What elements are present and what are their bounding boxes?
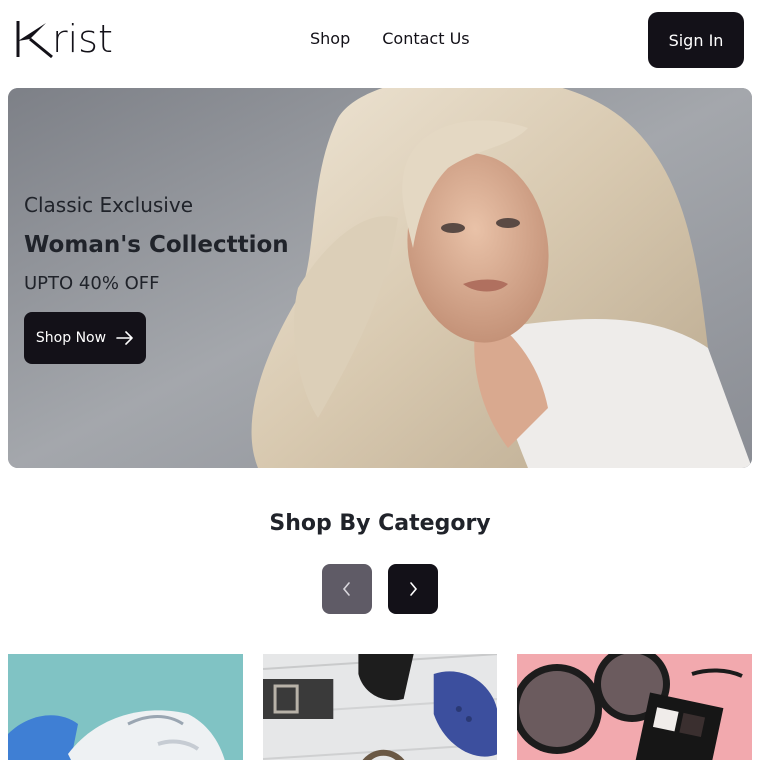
chevron-left-icon [342,582,350,596]
nav-shop-link[interactable]: Shop [310,28,350,50]
hero-copy: Classic Exclusive Woman's Collecttion UP… [24,192,289,296]
category-card-sunglasses[interactable] [517,654,752,760]
shop-now-label: Shop Now [35,330,107,346]
chevron-right-icon [410,582,418,596]
category-card-accessories[interactable] [263,654,497,760]
hero-title: Woman's Collecttion [24,232,289,258]
site-header: rist Shop Contact Us Sign In [0,0,760,80]
hero-eyebrow: Classic Exclusive [24,193,193,217]
logo-k-icon [16,21,53,59]
nav-contact-link[interactable]: Contact Us [382,28,469,50]
sneakers-image [8,654,243,760]
brand-logo[interactable]: rist [16,18,113,60]
main-nav: Shop Contact Us [310,28,470,50]
hero-banner: Classic Exclusive Woman's Collecttion UP… [8,88,752,468]
arrow-right-icon [116,331,133,345]
accessories-image [263,654,497,760]
sunglasses-image [517,654,752,760]
hero-discount: UPTO 40% OFF [24,273,160,294]
category-section-title: Shop By Category [269,511,491,536]
category-card-sneakers[interactable] [8,654,243,760]
sign-in-button[interactable]: Sign In [648,12,744,68]
carousel-prev-button[interactable] [322,564,372,614]
carousel-next-button[interactable] [388,564,438,614]
shop-now-button[interactable]: Shop Now [24,312,146,364]
brand-name: rist [52,17,113,61]
